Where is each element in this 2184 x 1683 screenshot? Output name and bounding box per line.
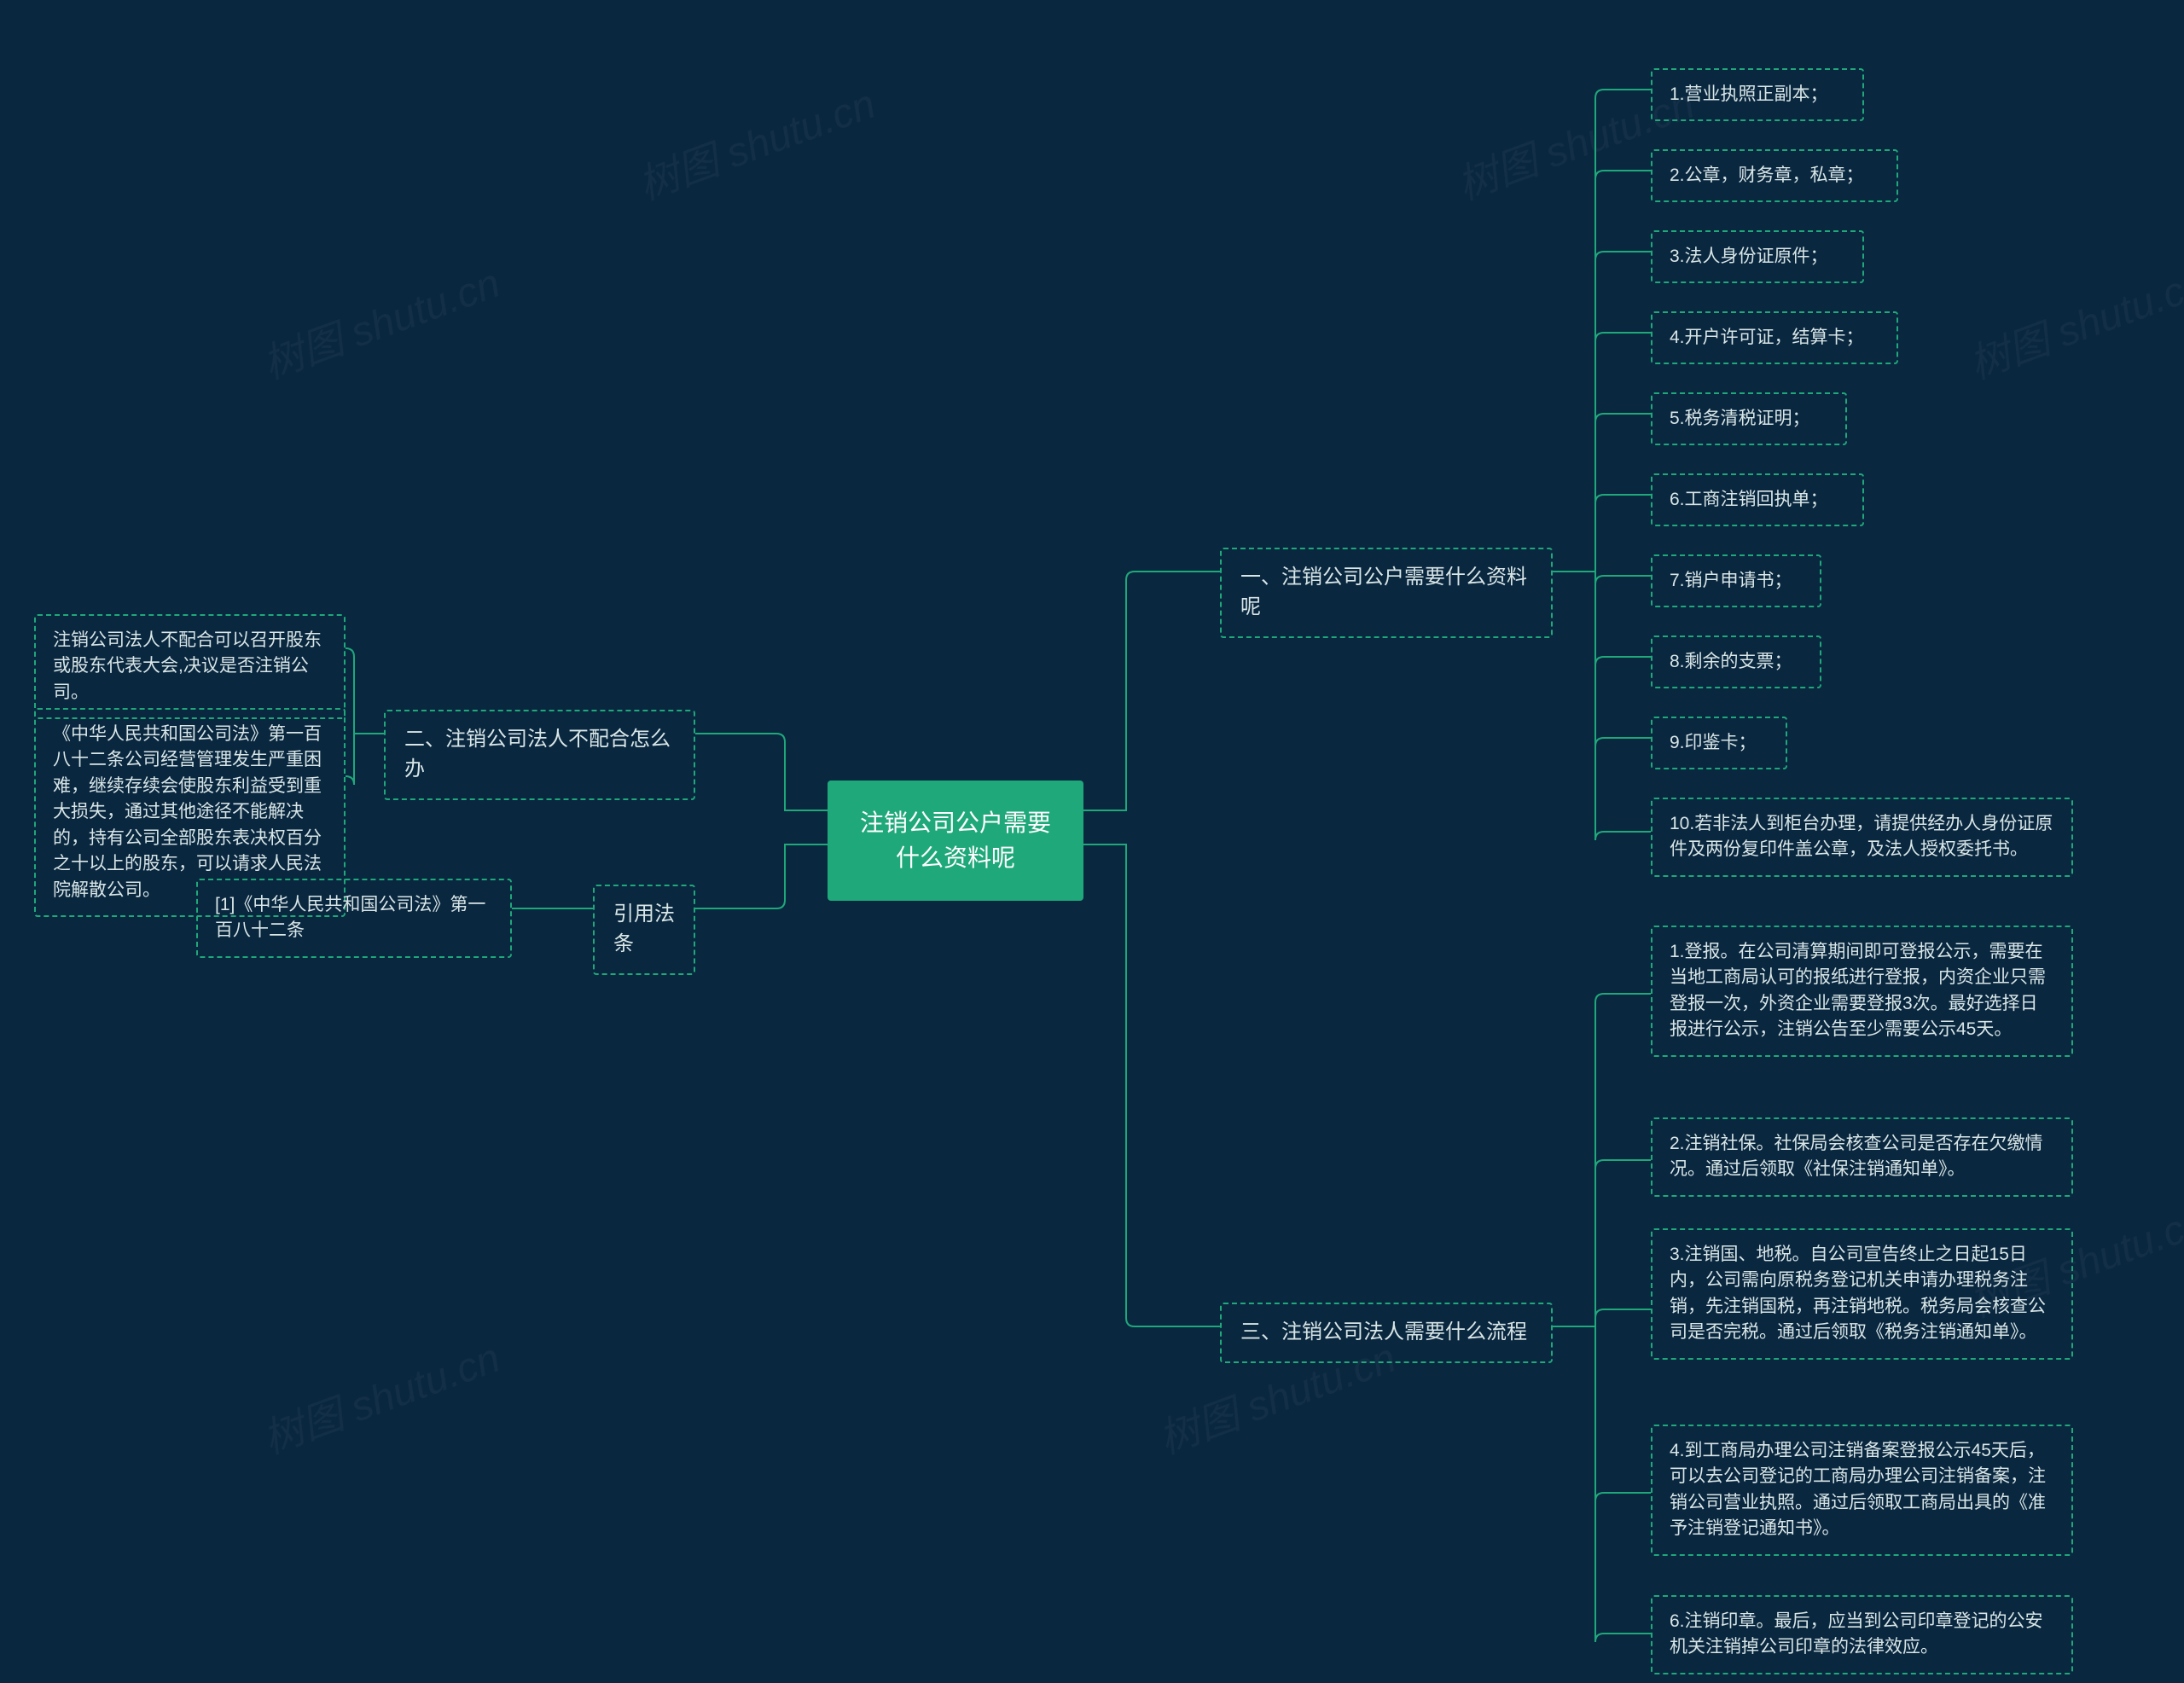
b1-leaf-10[interactable]: 10.若非法人到柜台办理，请提供经办人身份证原件及两份复印件盖公章，及法人授权委… [1651, 798, 2073, 877]
b1-leaf-5[interactable]: 5.税务清税证明； [1651, 392, 1847, 445]
b3-leaf-3[interactable]: 3.注销国、地税。自公司宣告终止之日起15日内，公司需向原税务登记机关申请办理税… [1651, 1228, 2073, 1360]
b2-leaf-1[interactable]: 注销公司法人不配合可以召开股东或股东代表大会,决议是否注销公司。 [34, 614, 346, 719]
b1-leaf-9[interactable]: 9.印鉴卡； [1651, 717, 1787, 769]
watermark: 树图 shutu.cn [1960, 249, 2184, 390]
branch-2[interactable]: 二、注销公司法人不配合怎么办 [384, 710, 695, 800]
branch-3[interactable]: 三、注销公司法人需要什么流程 [1220, 1303, 1553, 1363]
b1-leaf-3[interactable]: 3.法人身份证原件； [1651, 230, 1864, 283]
watermark: 树图 shutu.cn [253, 1324, 507, 1465]
watermark: 树图 shutu.cn [253, 249, 507, 390]
branch-1[interactable]: 一、注销公司公户需要什么资料呢 [1220, 548, 1553, 638]
b1-leaf-1[interactable]: 1.营业执照正副本； [1651, 68, 1864, 121]
watermark: 树图 shutu.cn [629, 70, 882, 211]
b1-leaf-2[interactable]: 2.公章，财务章，私章； [1651, 149, 1898, 202]
b1-leaf-7[interactable]: 7.销户申请书； [1651, 554, 1821, 607]
b3-leaf-2[interactable]: 2.注销社保。社保局会核查公司是否存在欠缴情况。通过后领取《社保注销通知单》。 [1651, 1117, 2073, 1197]
branch-4[interactable]: 引用法条 [593, 885, 695, 975]
b1-leaf-6[interactable]: 6.工商注销回执单； [1651, 473, 1864, 526]
b3-leaf-4[interactable]: 4.到工商局办理公司注销备案登报公示45天后，可以去公司登记的工商局办理公司注销… [1651, 1425, 2073, 1556]
root-node[interactable]: 注销公司公户需要什么资料呢 [828, 781, 1083, 901]
b1-leaf-4[interactable]: 4.开户许可证，结算卡； [1651, 311, 1898, 364]
b4-leaf-1[interactable]: [1]《中华人民共和国公司法》第一百八十二条 [196, 879, 512, 958]
b3-leaf-5[interactable]: 6.注销印章。最后，应当到公司印章登记的公安机关注销掉公司印章的法律效应。 [1651, 1595, 2073, 1674]
b3-leaf-1[interactable]: 1.登报。在公司清算期间即可登报公示，需要在当地工商局认可的报纸进行登报，内资企… [1651, 926, 2073, 1057]
mindmap-canvas: 树图 shutu.cn 树图 shutu.cn 树图 shutu.cn 树图 s… [0, 0, 2184, 1683]
b1-leaf-8[interactable]: 8.剩余的支票； [1651, 635, 1821, 688]
